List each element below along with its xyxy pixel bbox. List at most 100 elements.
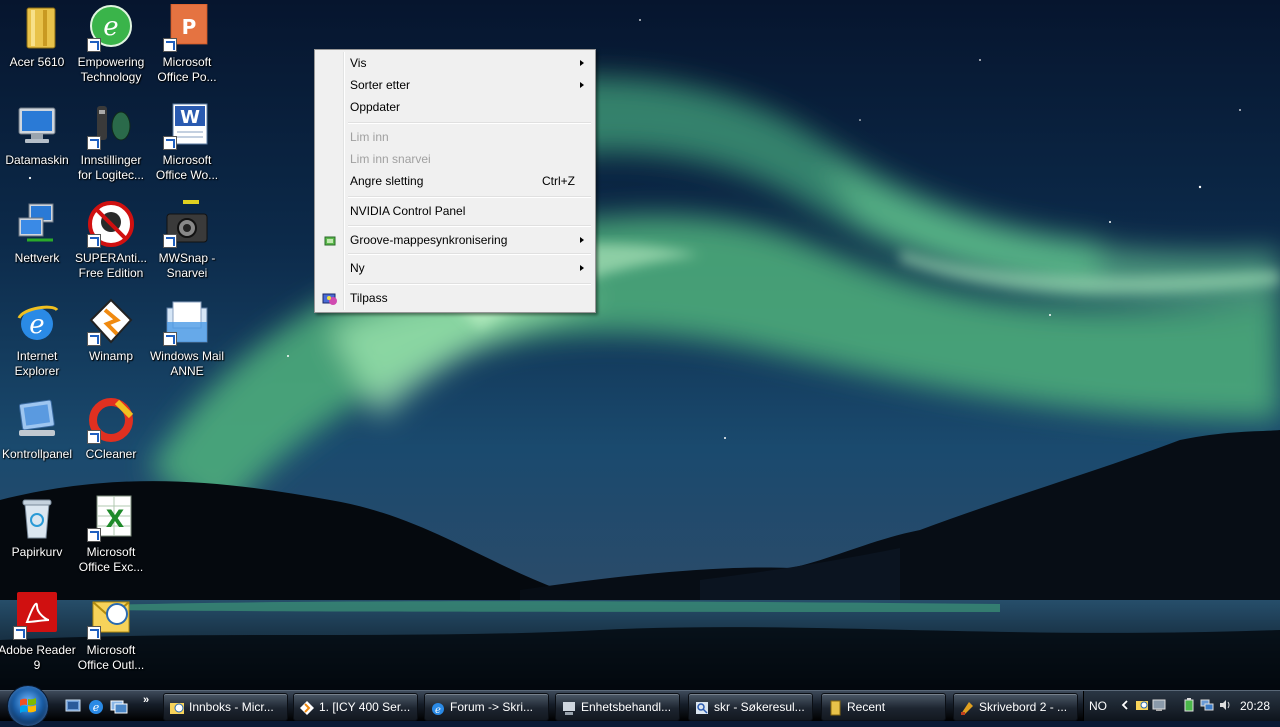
menu-item-vis[interactable]: Vis (317, 52, 593, 74)
menu-item-tilpass[interactable]: Tilpass (317, 287, 593, 309)
shortcut-arrow-icon (87, 234, 101, 248)
submenu-arrow-icon (580, 60, 584, 66)
control-panel-icon (13, 396, 61, 444)
menu-item-lim-inn-snarvei[interactable]: Lim inn snarvei (317, 148, 593, 170)
menu-item-label: Groove-mappesynkronisering (350, 233, 508, 247)
desktop-icon-label: Winamp (88, 349, 133, 363)
display-tray-icon[interactable] (1152, 698, 1166, 712)
shortcut-arrow-icon (87, 332, 101, 346)
folder-icon (827, 699, 843, 716)
desktop-icon-nettverk[interactable]: Nettverk (0, 200, 76, 266)
menu-separator (348, 122, 591, 124)
shortcut-arrow-icon (13, 626, 27, 640)
svg-text:e: e (93, 701, 100, 714)
desktop-icon-datamaskin[interactable]: Datamaskin (0, 102, 76, 168)
menu-item-sorter-etter[interactable]: Sorter etter (317, 74, 593, 96)
mwsnap-icon (959, 699, 975, 715)
folder-icon (13, 4, 61, 52)
desktop-icon-adobe-reader-9[interactable]: Adobe Reader 9 (0, 592, 76, 673)
desktop-icon-internet-explorer[interactable]: e Internet Explorer (0, 298, 76, 379)
desktop-icon-windows-mail[interactable]: Windows Mail ANNE (148, 298, 226, 379)
taskbar-button-label: Innboks - Micr... (189, 700, 274, 714)
menu-item-label: Tilpass (350, 291, 388, 305)
network-icon (13, 200, 61, 248)
camera-icon (163, 200, 211, 248)
menu-item-label: Oppdater (350, 100, 401, 114)
adobe-reader-icon (13, 592, 61, 640)
taskbar-button-enhetsbehandling[interactable]: Enhetsbehandl... (555, 693, 680, 721)
shortcut-arrow-icon (87, 626, 101, 640)
taskbar-button-label: Enhetsbehandl... (581, 700, 672, 714)
taskbar-button-search-results[interactable]: skr - Søkeresul... (688, 693, 813, 721)
menu-item-nvidia-control-panel[interactable]: NVIDIA Control Panel (317, 200, 593, 222)
internet-explorer-icon[interactable]: e (87, 697, 105, 715)
switch-windows-icon[interactable] (110, 697, 128, 715)
internet-explorer-icon: e (430, 699, 446, 716)
desktop-icon-winamp[interactable]: Winamp (72, 298, 150, 364)
menu-item-oppdater[interactable]: Oppdater (317, 96, 593, 118)
start-button[interactable] (7, 685, 49, 727)
desktop-icon-logitech-settings[interactable]: Innstillinger for Logitec... (72, 102, 150, 183)
desktop-icon-excel[interactable]: X Microsoft Office Exc... (72, 494, 150, 575)
groove-icon (322, 233, 338, 247)
desktop-icon-word[interactable]: W Microsoft Office Wo... (148, 102, 226, 183)
desktop-icon-label: Acer 5610 (9, 55, 65, 69)
menu-item-lim-inn[interactable]: Lim inn (317, 126, 593, 148)
desktop-icon-label: CCleaner (85, 447, 137, 461)
shortcut-arrow-icon (163, 38, 177, 52)
power-icon[interactable] (1182, 698, 1196, 712)
taskbar-button-skrivebord[interactable]: Skrivebord 2 - ... (953, 693, 1078, 721)
outlook-icon (87, 592, 135, 640)
network-tray-icon[interactable] (1200, 698, 1214, 712)
windows-start-icon (20, 698, 36, 713)
desktop-icon-superantispyware[interactable]: SUPERAnti... Free Edition (72, 200, 150, 281)
desktop-icon-outlook[interactable]: Microsoft Office Outl... (72, 592, 150, 673)
shortcut-arrow-icon (163, 136, 177, 150)
superantispyware-icon (87, 200, 135, 248)
desktop-icon-papirkurv[interactable]: Papirkurv (0, 494, 76, 560)
desktop-icon-empowering-technology[interactable]: e Empowering Technology (72, 4, 150, 85)
taskbar-button-innboks[interactable]: Innboks - Micr... (163, 693, 288, 721)
windows-mail-icon (163, 298, 211, 346)
svg-text:W: W (180, 107, 200, 128)
volume-icon[interactable] (1218, 698, 1232, 712)
submenu-arrow-icon (580, 237, 584, 243)
internet-explorer-icon: e (13, 298, 61, 346)
desktop-context-menu: Vis Sorter etter Oppdater Lim inn Lim in… (314, 49, 596, 313)
desktop-icon-label: MWSnap - Snarvei (158, 251, 216, 280)
outlook-tray-icon[interactable] (1135, 698, 1149, 712)
taskbar-button-winamp[interactable]: 1. [ICY 400 Ser... (293, 693, 418, 721)
menu-item-groove[interactable]: Groove-mappesynkronisering (317, 229, 593, 251)
personalize-icon (322, 291, 338, 305)
clock[interactable]: 20:28 (1240, 699, 1270, 713)
menu-item-label: Sorter etter (350, 78, 411, 92)
desktop-icon-label: Adobe Reader 9 (0, 643, 76, 672)
desktop-icon-label: Microsoft Office Wo... (155, 153, 219, 182)
taskbar-button-label: skr - Søkeresul... (714, 700, 805, 714)
quick-launch-more-button[interactable]: » (143, 694, 149, 706)
desktop-icon-label: Windows Mail ANNE (149, 349, 224, 378)
language-indicator[interactable]: NO (1089, 699, 1107, 713)
desktop-icon-label: Nettverk (14, 251, 60, 265)
taskbar-button-recent[interactable]: Recent (821, 693, 946, 721)
taskbar-button-label: Recent (847, 700, 886, 714)
logitech-settings-icon (87, 102, 135, 150)
submenu-arrow-icon (580, 82, 584, 88)
desktop-icon-kontrollpanel[interactable]: Kontrollpanel (0, 396, 76, 462)
show-desktop-icon[interactable] (64, 697, 82, 715)
chevron-left-icon[interactable] (1118, 698, 1132, 712)
menu-item-ny[interactable]: Ny (317, 257, 593, 279)
excel-icon: X (87, 494, 135, 542)
desktop-icon-acer-5610[interactable]: Acer 5610 (0, 4, 76, 70)
svg-text:e: e (103, 12, 118, 42)
desktop-icon-powerpoint[interactable]: P Microsoft Office Po... (148, 3, 226, 85)
desktop-icon-label: Kontrollpanel (1, 447, 73, 461)
desktop-icon-ccleaner[interactable]: CCleaner (72, 396, 150, 462)
desktop-icon-mwsnap[interactable]: MWSnap - Snarvei (148, 200, 226, 281)
taskbar-button-label: Skrivebord 2 - ... (979, 700, 1068, 714)
menu-item-angre-sletting[interactable]: Angre sletting Ctrl+Z (317, 170, 593, 192)
taskbar-button-forum[interactable]: e Forum -> Skri... (424, 693, 549, 721)
menu-item-label: Angre sletting (350, 174, 424, 188)
menu-item-shortcut: Ctrl+Z (542, 174, 575, 188)
search-icon (694, 699, 710, 715)
